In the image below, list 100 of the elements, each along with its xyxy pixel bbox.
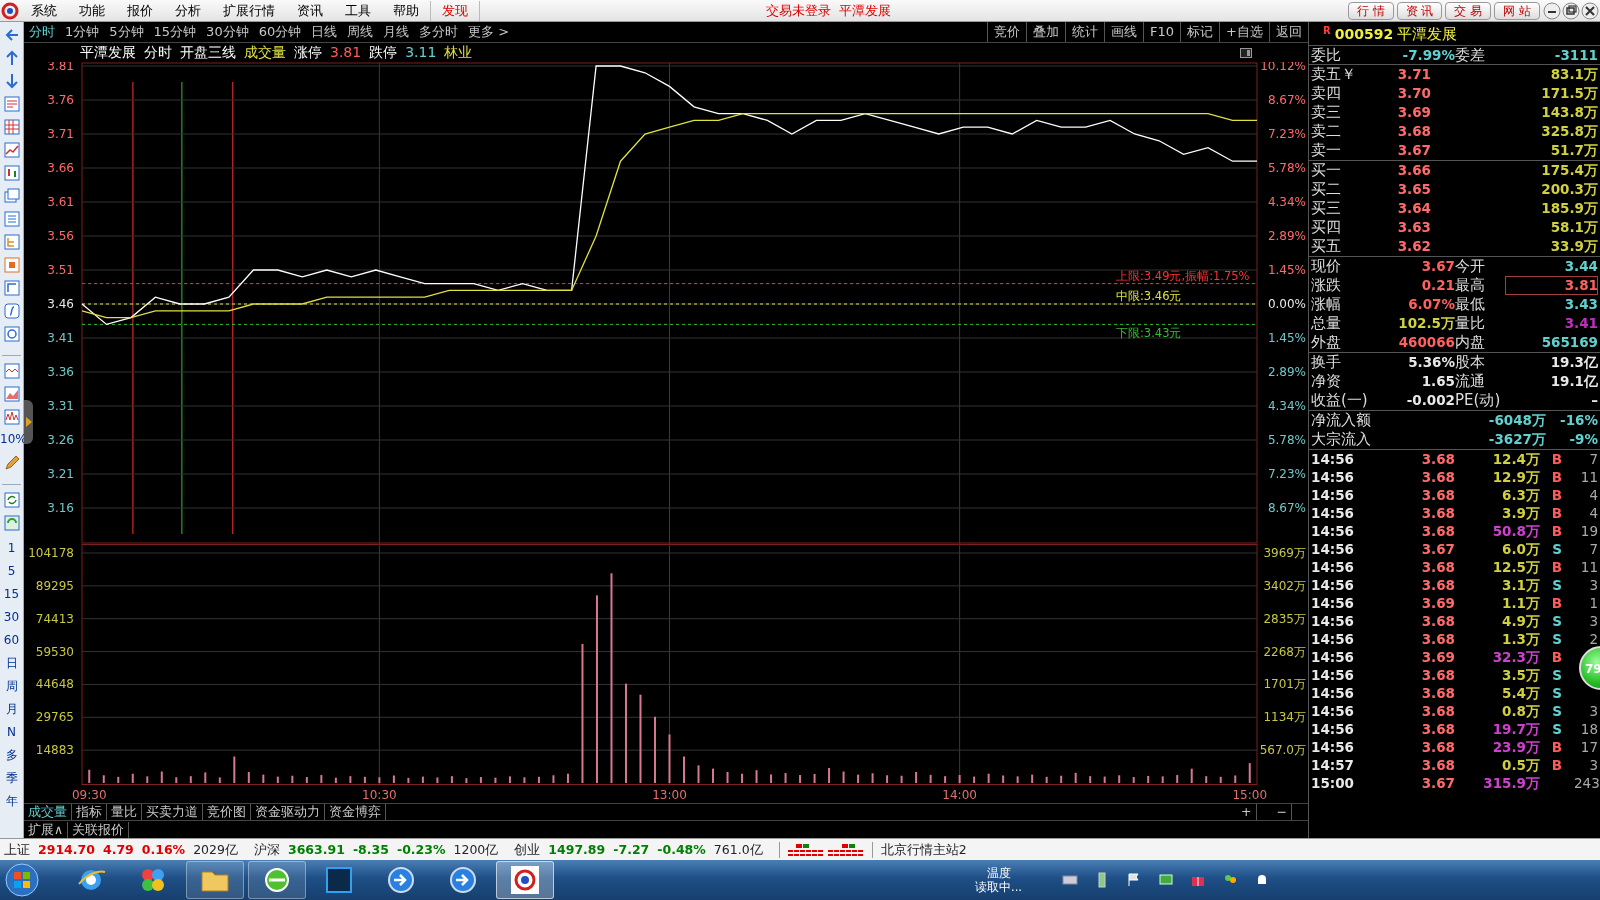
extension-tab[interactable]: 扩展∧ bbox=[24, 821, 69, 838]
zoom-button[interactable]: − bbox=[1272, 804, 1292, 820]
zoom-button[interactable]: + bbox=[1237, 804, 1257, 820]
toolbar-button[interactable]: 叠加 bbox=[1026, 22, 1066, 42]
trade-volume: 6.3万 bbox=[1501, 486, 1540, 504]
trade-volume: 12.9万 bbox=[1491, 468, 1540, 486]
order-volume: 175.4万 bbox=[1540, 161, 1598, 180]
axis-label: 567.0万 bbox=[1259, 743, 1306, 758]
toolbar-button[interactable]: 统计 bbox=[1065, 22, 1105, 42]
nav-button[interactable]: 交 易 bbox=[1445, 1, 1492, 20]
area-chart-icon[interactable] bbox=[2, 385, 21, 403]
period-tab[interactable]: 月线 bbox=[378, 22, 415, 42]
toolbar-button[interactable]: 标记 bbox=[1180, 22, 1220, 42]
trade-time: 14:56 bbox=[1311, 738, 1355, 756]
zigzag-icon[interactable] bbox=[2, 408, 21, 426]
grid-icon[interactable] bbox=[2, 118, 21, 136]
period-tab[interactable]: 周线 bbox=[342, 22, 379, 42]
menu-item[interactable]: 发现 bbox=[430, 0, 480, 21]
toolbar-button[interactable]: F10 bbox=[1143, 22, 1181, 42]
period-shortcut[interactable]: 日 bbox=[0, 652, 23, 675]
menu-item[interactable]: 报价 bbox=[116, 0, 164, 21]
period-shortcut[interactable]: 年 bbox=[0, 790, 23, 813]
refresh-icon[interactable] bbox=[2, 491, 21, 509]
indicator-tab[interactable]: 资金博弈 bbox=[325, 804, 386, 820]
trade-side: B bbox=[1551, 739, 1563, 755]
period-shortcut[interactable]: 1 bbox=[0, 537, 23, 560]
menu-item[interactable]: 系统 bbox=[20, 0, 68, 21]
toolbar-button[interactable]: 返回 bbox=[1269, 22, 1308, 42]
period-shortcut[interactable]: 60 bbox=[0, 629, 23, 652]
trade-volume: 0.5万 bbox=[1501, 756, 1540, 774]
flag-icon[interactable] bbox=[1126, 872, 1142, 888]
indicator-tab[interactable]: 买卖力道 bbox=[142, 804, 203, 820]
field-value: -9% bbox=[1568, 430, 1598, 449]
minimize-icon[interactable] bbox=[1543, 1, 1562, 20]
indicator-tab[interactable]: 成交量 bbox=[24, 804, 72, 820]
indicator-tab[interactable]: 资金驱动力 bbox=[251, 804, 325, 820]
indicator-tab[interactable]: 竞价图 bbox=[203, 804, 251, 820]
limit-label: 下限:3.43元 bbox=[1116, 326, 1182, 341]
menu-item[interactable]: 工具 bbox=[334, 0, 382, 21]
toolbar-button[interactable]: +自选 bbox=[1219, 22, 1269, 42]
trade-price: 3.67 bbox=[1420, 774, 1455, 792]
nav-button[interactable]: 资 讯 bbox=[1396, 1, 1443, 20]
axis-label: 0.00% bbox=[1267, 297, 1306, 311]
toolbar-button[interactable]: 画线 bbox=[1104, 22, 1144, 42]
period-shortcut[interactable]: 5 bbox=[0, 560, 23, 583]
period-shortcut[interactable]: 30 bbox=[0, 606, 23, 629]
menu-item[interactable]: 功能 bbox=[68, 0, 116, 21]
line-chart-icon[interactable] bbox=[2, 141, 21, 159]
candlestick-icon[interactable] bbox=[2, 164, 21, 182]
period-shortcut[interactable]: 多 bbox=[0, 744, 23, 767]
axis-label: 3969万 bbox=[1263, 546, 1306, 560]
period-tab[interactable]: 多分时 bbox=[414, 22, 464, 42]
trade-side: S bbox=[1552, 685, 1562, 701]
trade-count: 7 bbox=[1588, 540, 1598, 558]
indicator-tab[interactable]: 指标 bbox=[72, 804, 107, 820]
trade-price: 3.68 bbox=[1420, 720, 1455, 738]
period-tab[interactable]: 更多 > bbox=[463, 22, 515, 42]
period-tab[interactable]: 30分钟 bbox=[201, 22, 254, 42]
period-tab[interactable]: 15分钟 bbox=[148, 22, 202, 42]
selection-icon[interactable] bbox=[2, 256, 21, 274]
period-shortcut[interactable]: 月 bbox=[0, 698, 23, 721]
period-shortcut[interactable]: 季 bbox=[0, 767, 23, 790]
wave-icon[interactable] bbox=[2, 362, 21, 380]
taskbar-button[interactable] bbox=[248, 861, 306, 899]
nav-button[interactable]: 网 站 bbox=[1494, 1, 1540, 20]
field-label: 流通 bbox=[1455, 372, 1486, 391]
taskbar-button[interactable] bbox=[496, 861, 554, 899]
extension-tab[interactable]: 关联报价 bbox=[68, 821, 130, 838]
indicator-tab[interactable]: 量比 bbox=[107, 804, 142, 820]
axis-label: 3.21 bbox=[47, 467, 74, 481]
trade-count: 3 bbox=[1588, 756, 1598, 774]
axis-label: 2268万 bbox=[1263, 644, 1306, 659]
menu-item[interactable]: 分析 bbox=[164, 0, 212, 21]
trade-side: S bbox=[1552, 667, 1562, 683]
nav-button[interactable]: 行 情 bbox=[1347, 1, 1394, 20]
period-tab[interactable]: 5分钟 bbox=[104, 22, 149, 42]
menu-item[interactable]: 帮助 bbox=[382, 0, 430, 21]
menu-item[interactable]: 资讯 bbox=[286, 0, 334, 21]
period-tab[interactable]: 60分钟 bbox=[253, 22, 307, 42]
period-tab[interactable]: 分时 bbox=[24, 22, 60, 42]
formula-icon[interactable] bbox=[2, 302, 21, 320]
window-icon[interactable] bbox=[1240, 47, 1252, 58]
taskbar-button[interactable] bbox=[186, 861, 244, 899]
period-tab[interactable]: 日线 bbox=[306, 22, 343, 42]
axis-label: 89295 bbox=[35, 578, 74, 593]
collapse-handle[interactable] bbox=[24, 400, 33, 444]
period-shortcut[interactable]: 15 bbox=[0, 583, 23, 606]
pencil-icon[interactable] bbox=[2, 454, 21, 472]
trade-time: 14:56 bbox=[1311, 612, 1355, 630]
period-tab[interactable]: 1分钟 bbox=[60, 22, 105, 42]
axis-label: 44648 bbox=[35, 677, 74, 692]
menu-item[interactable]: 扩展行情 bbox=[212, 0, 286, 21]
trade-count: 19 bbox=[1579, 522, 1598, 540]
close-icon[interactable] bbox=[1581, 1, 1600, 20]
windows-icon[interactable] bbox=[2, 187, 21, 205]
toolbar-button[interactable]: 竞价 bbox=[987, 22, 1027, 42]
trade-time: 14:56 bbox=[1311, 486, 1355, 504]
period-shortcut[interactable]: 周 bbox=[0, 675, 23, 698]
period-shortcut[interactable]: N bbox=[0, 721, 23, 744]
restore-icon[interactable] bbox=[1562, 1, 1581, 20]
